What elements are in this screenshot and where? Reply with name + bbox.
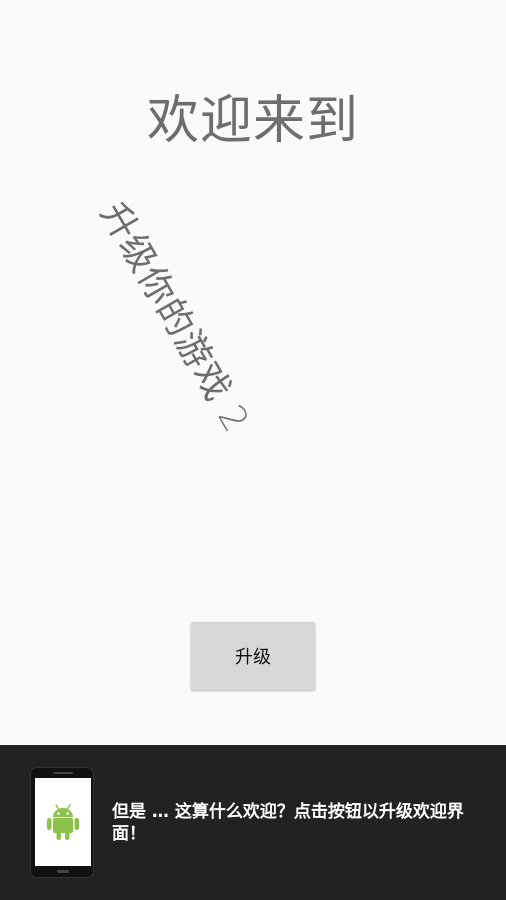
android-robot-icon [47, 804, 79, 840]
phone-illustration [30, 767, 94, 878]
welcome-subtitle-rotated: 升级你的游戏 2 [92, 195, 257, 440]
phone-home-button [57, 870, 69, 873]
welcome-title: 欢迎来到 [146, 91, 359, 151]
phone-speaker [53, 772, 73, 774]
phone-screen [35, 778, 91, 866]
bottom-banner: 但是 … 这算什么欢迎？点击按钮以升级欢迎界面！ [0, 745, 506, 900]
upgrade-button[interactable]: 升级 [191, 622, 315, 690]
banner-message: 但是 … 这算什么欢迎？点击按钮以升级欢迎界面！ [112, 802, 464, 844]
app-screen: 欢迎来到 升级你的游戏 2 升级 但是 … 这算什么欢迎？点击按钮以升级欢迎界面… [0, 0, 506, 900]
